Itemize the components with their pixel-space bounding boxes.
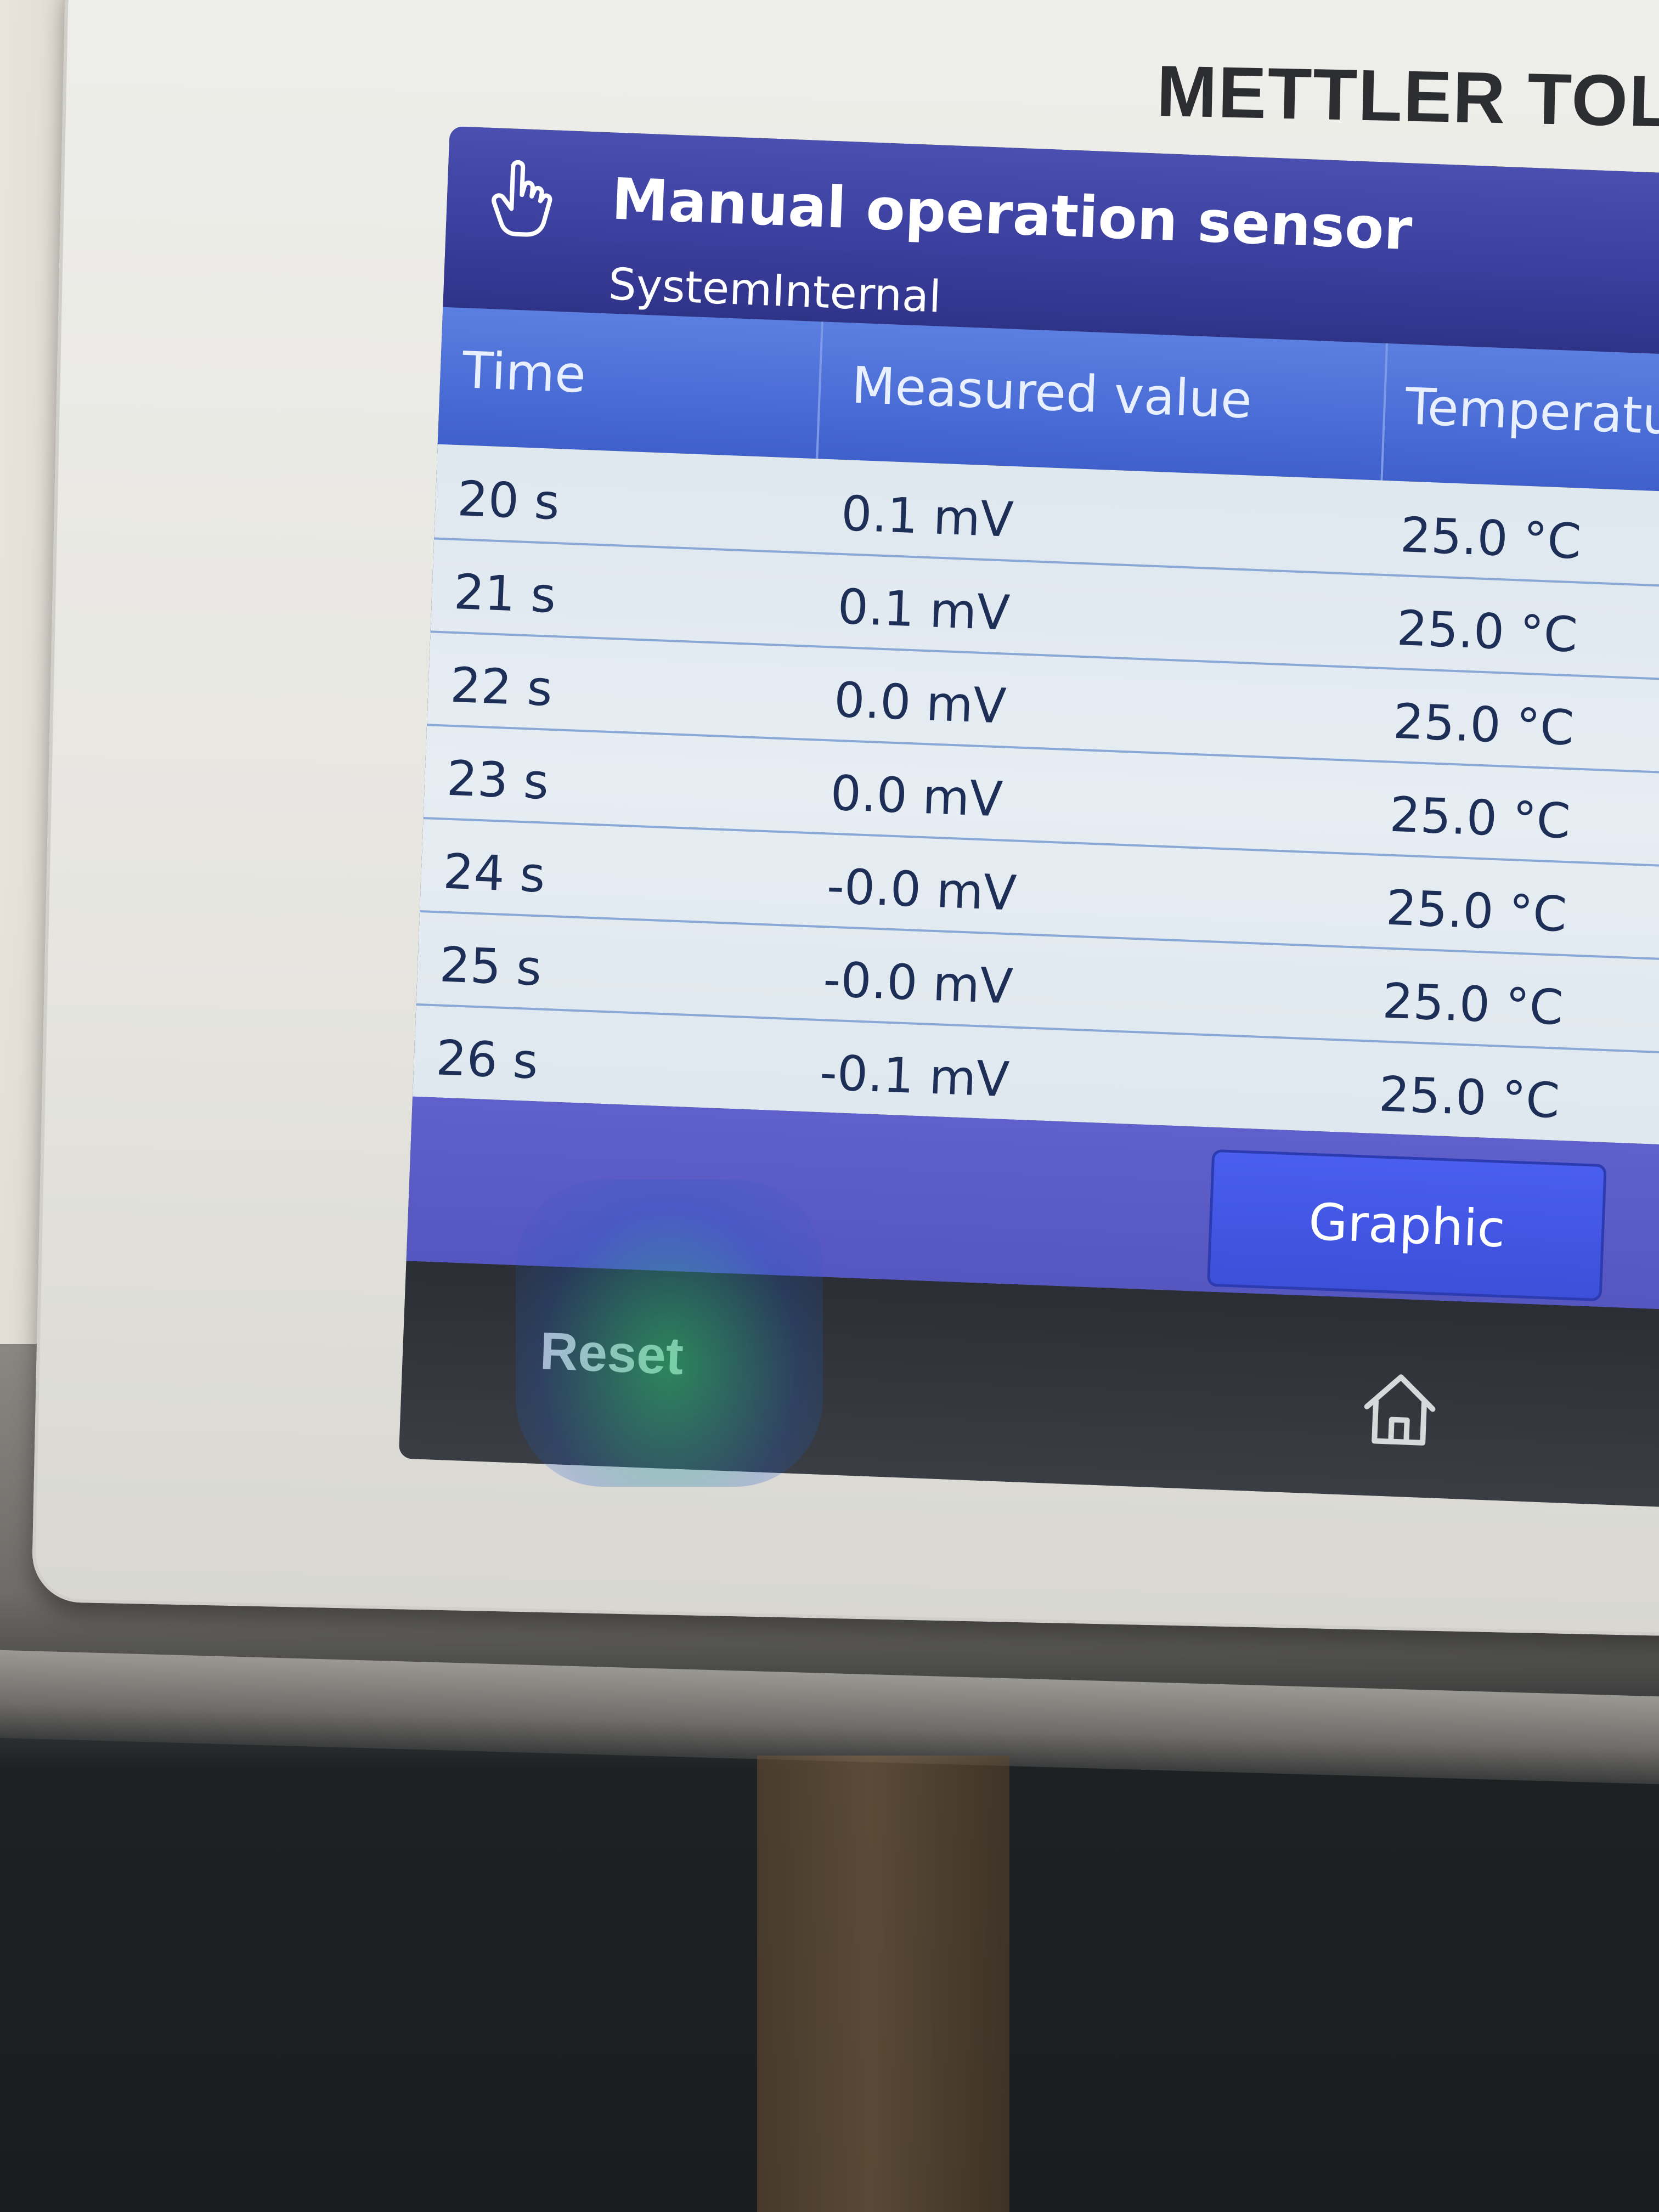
background-object <box>757 1756 1009 2212</box>
cell-measured-value: 0.1 mV <box>840 484 1015 548</box>
reset-button[interactable]: Reset <box>539 1321 684 1387</box>
cell-measured-value: 0.0 mV <box>833 671 1007 735</box>
column-divider <box>1380 343 1389 481</box>
cell-measured-value: -0.1 mV <box>819 1044 1011 1108</box>
cell-time: 26 s <box>435 1029 539 1090</box>
cell-temperature: 25.0 °C <box>1389 786 1572 850</box>
cell-measured-value: -0.0 mV <box>826 857 1018 922</box>
hand-pointer-icon <box>492 160 552 237</box>
cell-time: 21 s <box>453 563 557 624</box>
cell-time: 24 s <box>442 843 546 904</box>
graphic-button[interactable]: Graphic <box>1206 1149 1607 1302</box>
cell-time: 22 s <box>449 656 554 717</box>
photo-scene: METTLER TOLEDO Manual operation sensor S… <box>0 0 1659 2212</box>
cell-time: 25 s <box>438 936 543 997</box>
cell-time: 20 s <box>456 470 561 531</box>
column-divider <box>816 321 823 459</box>
cell-temperature: 25.0 °C <box>1399 506 1582 570</box>
home-icon[interactable] <box>1355 1363 1446 1454</box>
column-header-measured-value: Measured value <box>850 356 1253 430</box>
cell-measured-value: 0.1 mV <box>836 578 1011 641</box>
cell-temperature: 25.0 °C <box>1378 1065 1561 1129</box>
cell-measured-value: 0.0 mV <box>829 764 1004 828</box>
brand-logo: METTLER TOLEDO <box>1155 50 1659 145</box>
page-title: Manual operation sensor <box>610 165 1414 263</box>
cell-time: 23 s <box>445 749 550 810</box>
measurement-table[interactable]: 20 s 0.1 mV 25.0 °C 21 s 0.1 mV 25.0 °C … <box>413 444 1659 1147</box>
cell-temperature: 25.0 °C <box>1396 599 1579 663</box>
cell-measured-value: -0.0 mV <box>822 951 1014 1015</box>
touchscreen: Manual operation sensor SystemInternal T… <box>398 126 1659 1508</box>
cell-temperature: 25.0 °C <box>1381 972 1565 1036</box>
column-header-temperature: Temperatu <box>1404 377 1659 447</box>
cell-temperature: 25.0 °C <box>1392 692 1575 757</box>
cell-temperature: 25.0 °C <box>1385 879 1568 943</box>
page-subtitle: SystemInternal <box>607 258 943 323</box>
column-header-time: Time <box>461 341 587 404</box>
